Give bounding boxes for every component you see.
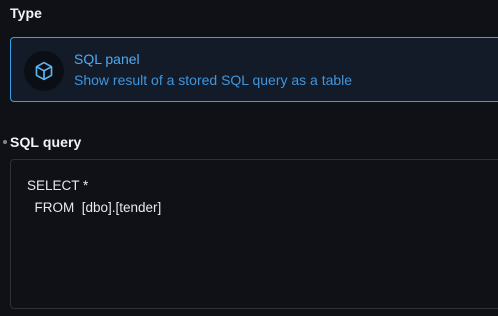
type-heading: Type <box>10 5 43 21</box>
panel-settings: Type SQL panel Show result of a stored S… <box>0 0 498 316</box>
sql-query-line: SELECT * <box>27 178 89 193</box>
sql-query-line: FROM [dbo].[tender] <box>27 200 162 215</box>
sql-query-editor[interactable]: SELECT * FROM [dbo].[tender] <box>10 159 498 309</box>
required-indicator <box>3 140 7 144</box>
cube-icon <box>24 51 64 91</box>
sql-query-heading: SQL query <box>10 134 82 150</box>
type-option-sql-panel[interactable]: SQL panel Show result of a stored SQL qu… <box>10 37 498 102</box>
type-option-description: Show result of a stored SQL query as a t… <box>74 72 353 88</box>
type-option-title: SQL panel <box>74 51 140 67</box>
